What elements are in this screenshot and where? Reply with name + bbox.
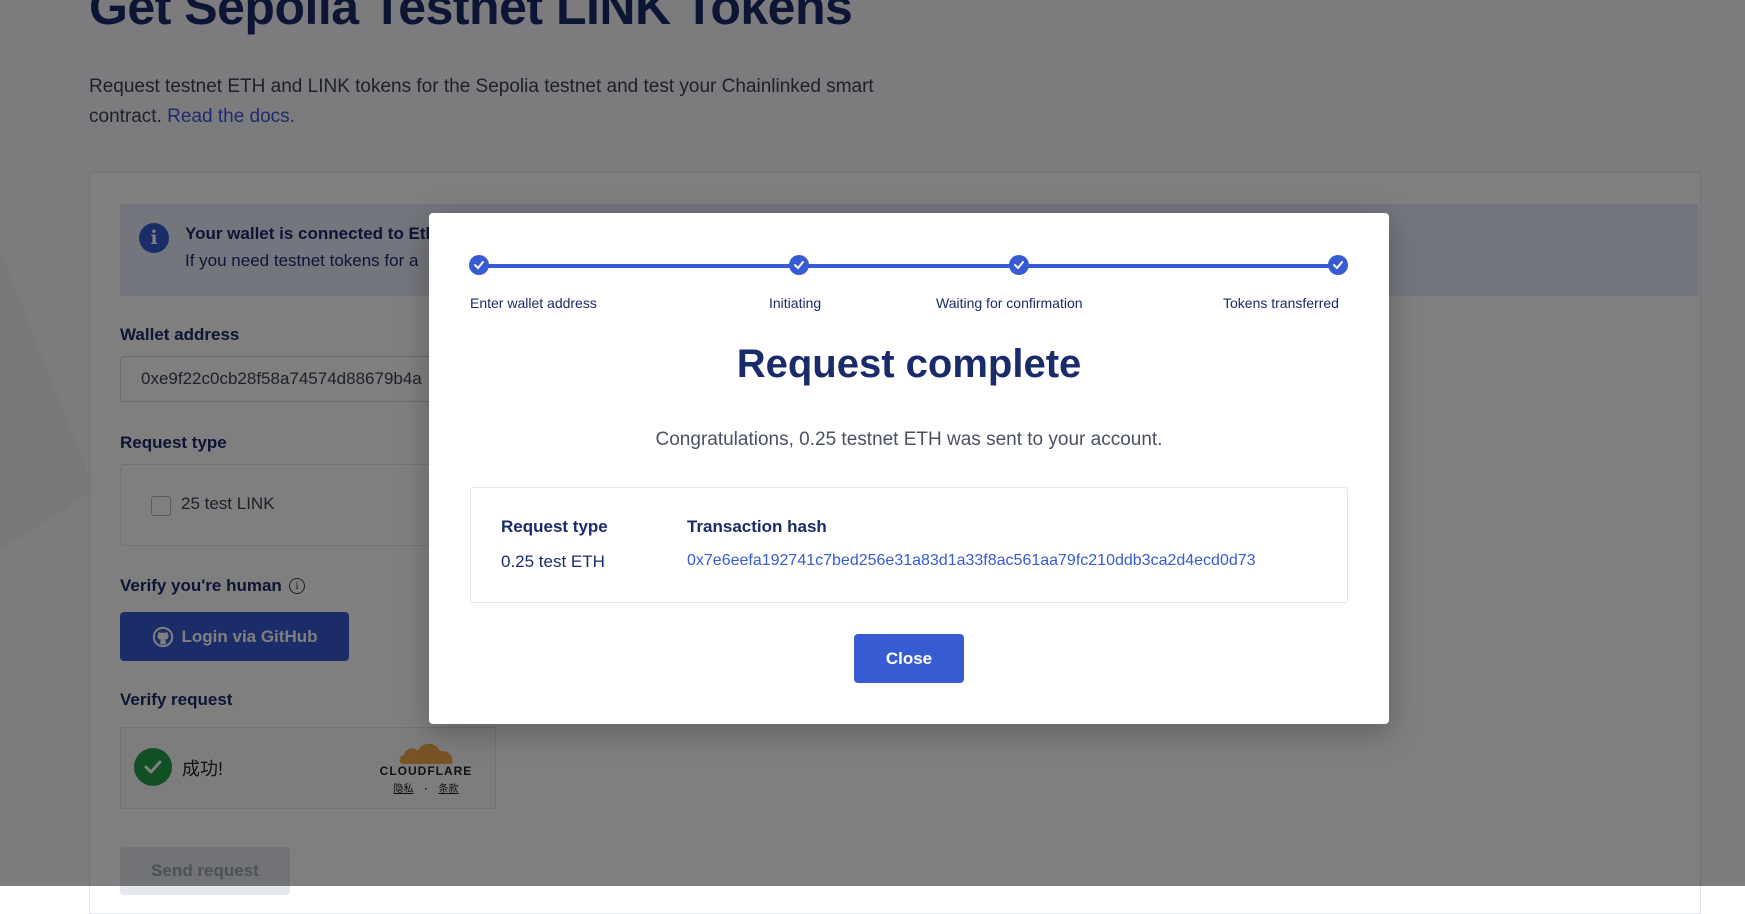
request-type-header: Request type (501, 517, 608, 536)
step-1-check-icon (469, 255, 489, 275)
close-button[interactable]: Close (854, 634, 964, 683)
step-4-check-icon (1328, 255, 1348, 275)
request-type-value: 0.25 test ETH (501, 552, 605, 571)
step-label-waiting: Waiting for confirmation (936, 295, 1083, 311)
modal-title: Request complete (736, 342, 1082, 386)
progress-stepper-line (479, 264, 1339, 268)
step-label-initiating: Initiating (769, 295, 822, 311)
transaction-hash-header: Transaction hash (687, 517, 827, 536)
step-3-check-icon (1009, 255, 1029, 275)
modal-message: Congratulations, 0.25 testnet ETH was se… (655, 429, 1163, 450)
step-2-check-icon (789, 255, 809, 275)
step-label-transferred: Tokens transferred (1223, 295, 1339, 311)
result-summary-box (470, 487, 1348, 603)
step-label-enter-wallet: Enter wallet address (470, 295, 597, 311)
transaction-hash-link[interactable]: 0x7e6eefa192741c7bed256e31a83d1a33f8ac56… (687, 552, 1256, 570)
